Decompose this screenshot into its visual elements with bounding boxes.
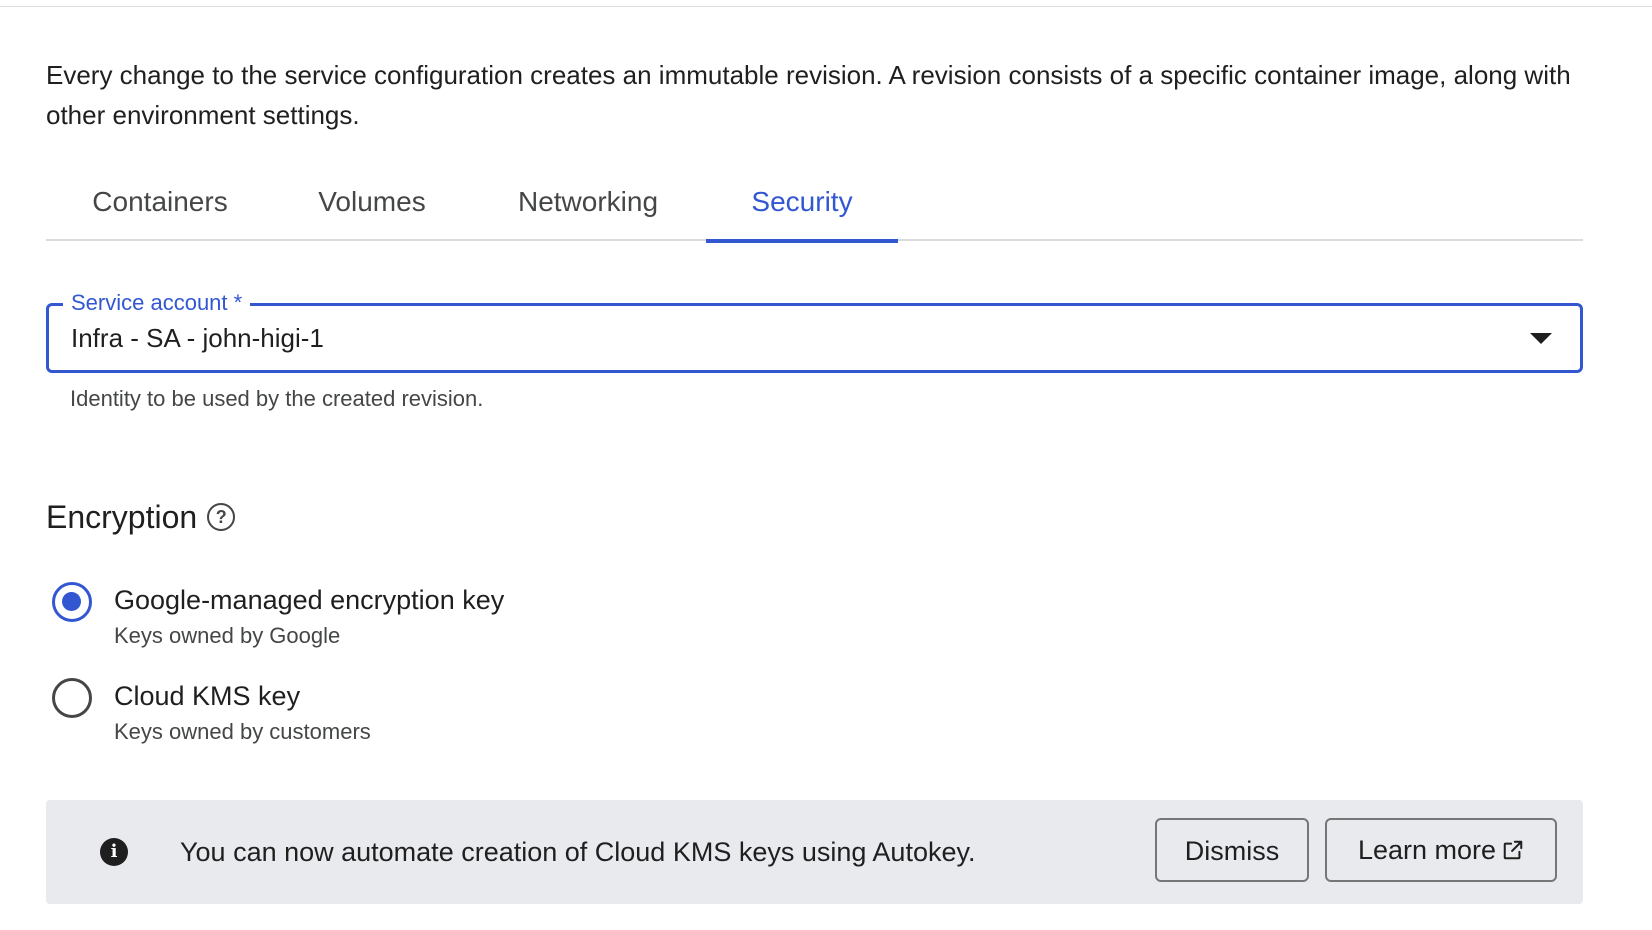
service-account-value: Infra - SA - john-higi-1 <box>71 323 324 353</box>
tab-networking[interactable]: Networking <box>470 170 706 241</box>
radio-checked-icon[interactable] <box>52 582 92 622</box>
service-account-select[interactable]: Service account * Infra - SA - john-higi… <box>46 286 1583 373</box>
radio-text: Google-managed encryption key Keys owned… <box>114 580 504 652</box>
radio-cloud-kms-key[interactable]: Cloud KMS key Keys owned by customers <box>52 676 371 748</box>
learn-more-button[interactable]: Learn more <box>1325 818 1557 882</box>
tab-security[interactable]: Security <box>706 170 898 243</box>
tab-containers[interactable]: Containers <box>46 170 274 241</box>
tab-bar: Containers Volumes Networking Security <box>46 170 1583 243</box>
service-account-label: Service account * <box>63 286 251 320</box>
info-icon: i <box>100 838 128 866</box>
service-account-hint: Identity to be used by the created revis… <box>70 386 484 411</box>
learn-more-label: Learn more <box>1357 835 1497 865</box>
top-divider <box>0 6 1652 7</box>
radio-label: Cloud KMS key <box>114 681 301 711</box>
dismiss-button[interactable]: Dismiss <box>1155 818 1309 882</box>
intro-text: Every change to the service configuratio… <box>46 60 1571 130</box>
help-icon[interactable]: ? <box>207 503 236 531</box>
encryption-title: Encryption <box>46 499 198 535</box>
autokey-info-banner: i You can now automate creation of Cloud… <box>46 800 1583 904</box>
encryption-section-title: Encryption ? <box>46 496 236 538</box>
radio-text: Cloud KMS key Keys owned by customers <box>114 676 371 748</box>
external-link-icon <box>1503 840 1523 860</box>
banner-text: You can now automate creation of Cloud K… <box>180 837 976 867</box>
radio-sublabel: Keys owned by customers <box>114 719 371 744</box>
dropdown-caret-icon[interactable] <box>1530 333 1552 344</box>
radio-sublabel: Keys owned by Google <box>114 623 341 648</box>
tab-volumes[interactable]: Volumes <box>274 170 470 241</box>
radio-label: Google-managed encryption key <box>114 585 505 615</box>
radio-google-managed-key[interactable]: Google-managed encryption key Keys owned… <box>52 580 504 652</box>
radio-unchecked-icon[interactable] <box>52 678 92 718</box>
